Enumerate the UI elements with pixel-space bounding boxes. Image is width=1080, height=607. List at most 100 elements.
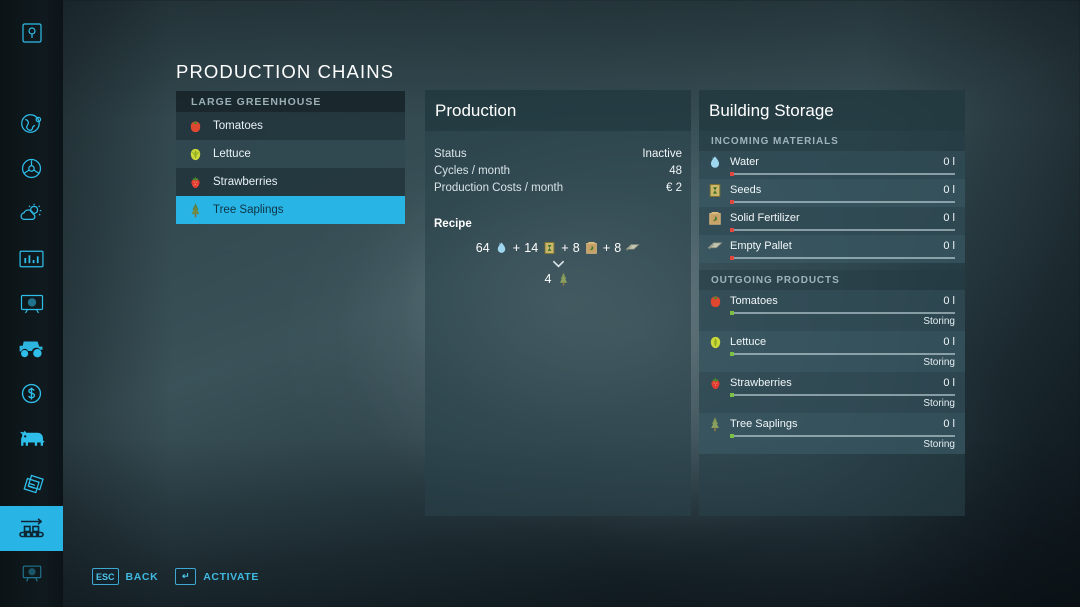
solid-fertilizer-icon — [584, 240, 599, 255]
recipe-input-qty: 14 — [524, 240, 539, 255]
storage-item-status: Storing — [923, 439, 955, 450]
chain-list-item-label: Lettuce — [213, 148, 251, 160]
sidebar-item-quick-menu[interactable] — [0, 10, 63, 55]
sidebar-item-contracts-screen[interactable] — [0, 281, 63, 326]
storage-fill-bar — [730, 392, 955, 397]
recipe-inputs: 64 + 14 + 8 + 8 — [434, 240, 682, 255]
storage-item-status: Storing — [923, 357, 955, 368]
stat-label: Production Costs / month — [434, 181, 564, 194]
incoming-materials-header: INCOMING MATERIALS — [699, 131, 965, 151]
sidebar-item-animals[interactable] — [0, 416, 63, 461]
storage-item-amount: 0 l — [943, 212, 955, 224]
storage-item-label: Water — [730, 156, 759, 168]
storage-row-empty-pallet[interactable]: Empty Pallet 0 l — [699, 235, 965, 263]
sidebar-item-finances[interactable] — [0, 371, 63, 416]
sidebar-item-vehicle-shop[interactable] — [0, 326, 63, 371]
seeds-bag-icon — [707, 182, 723, 198]
storage-row-solid-fertilizer[interactable]: Solid Fertilizer 0 l — [699, 207, 965, 235]
storage-row-seeds[interactable]: Seeds 0 l — [699, 179, 965, 207]
sidebar-rail — [0, 0, 63, 607]
storage-row-tomatoes[interactable]: Tomatoes 0 l Storing — [699, 290, 965, 331]
stat-value: 48 — [669, 164, 682, 177]
storage-item-amount: 0 l — [943, 156, 955, 168]
recipe-input-qty: 64 — [475, 240, 490, 255]
lettuce-icon — [707, 334, 723, 350]
fill-marker — [730, 392, 734, 397]
sidebar-item-exit-key[interactable] — [0, 596, 63, 607]
storage-item-status: Storing — [923, 316, 955, 327]
chain-list-item-lettuce[interactable]: Lettuce — [176, 140, 405, 168]
production-panel-title: Production — [425, 90, 691, 131]
storage-row-water[interactable]: Water 0 l — [699, 151, 965, 179]
empty-pallet-icon — [707, 238, 723, 254]
sidebar-item-weather[interactable] — [0, 191, 63, 236]
sidebar-item-contracts[interactable] — [0, 461, 63, 506]
storage-fill-bar — [730, 199, 955, 204]
stat-row-costs: Production Costs / month € 2 — [434, 179, 682, 196]
sidebar-item-statistics[interactable] — [0, 236, 63, 281]
recipe-plus: + — [602, 240, 611, 255]
water-drop-icon — [494, 240, 509, 255]
chain-list-item-label: Tree Saplings — [213, 204, 284, 216]
fill-marker — [730, 433, 734, 438]
sidebar-item-radio[interactable] — [0, 551, 63, 596]
chain-list-item-tree-saplings[interactable]: Tree Saplings — [176, 196, 405, 224]
stat-row-status: Status Inactive — [434, 145, 682, 162]
storage-item-amount: 0 l — [943, 295, 955, 307]
page-title: PRODUCTION CHAINS — [176, 61, 395, 82]
storage-row-strawberries[interactable]: Strawberries 0 l Storing — [699, 372, 965, 413]
storage-item-amount: 0 l — [943, 240, 955, 252]
storage-item-label: Lettuce — [730, 336, 767, 348]
solid-fertilizer-icon — [707, 210, 723, 226]
sidebar-item-map[interactable] — [0, 101, 63, 146]
sidebar-item-production-chains[interactable] — [0, 506, 63, 551]
fill-marker — [730, 351, 734, 356]
strawberry-icon — [187, 174, 204, 191]
building-storage-panel: Building Storage INCOMING MATERIALS Wate… — [699, 90, 965, 516]
storage-item-label: Solid Fertilizer — [730, 212, 800, 224]
fill-marker — [730, 310, 734, 315]
storage-fill-bar — [730, 433, 955, 438]
production-chain-list: LARGE GREENHOUSE Tomatoes Lettuce Strawb… — [176, 91, 405, 224]
fill-marker — [730, 255, 734, 260]
storage-fill-bar — [730, 171, 955, 176]
storage-fill-bar — [730, 227, 955, 232]
chain-list-item-tomatoes[interactable]: Tomatoes — [176, 112, 405, 140]
empty-pallet-icon — [625, 240, 640, 255]
recipe-plus: + — [561, 240, 569, 255]
tree-sapling-icon — [187, 202, 204, 219]
storage-item-label: Strawberries — [730, 377, 792, 389]
storage-fill-bar — [730, 351, 955, 356]
help-action-activate[interactable]: ↵ ACTIVATE — [175, 568, 259, 585]
tomato-icon — [707, 293, 723, 309]
storage-fill-bar — [730, 310, 955, 315]
chain-list-item-strawberries[interactable]: Strawberries — [176, 168, 405, 196]
recipe-plus: + — [512, 240, 521, 255]
help-label-back: BACK — [125, 570, 159, 583]
tree-sapling-icon — [556, 271, 571, 286]
storage-item-amount: 0 l — [943, 184, 955, 196]
stat-value: Inactive — [642, 147, 682, 160]
storage-item-label: Tomatoes — [730, 295, 778, 307]
stat-label: Cycles / month — [434, 164, 511, 177]
chain-list-item-label: Strawberries — [213, 176, 278, 188]
help-action-back[interactable]: ESC BACK — [92, 568, 158, 585]
outgoing-products-header: OUTGOING PRODUCTS — [699, 270, 965, 290]
storage-row-tree-saplings[interactable]: Tree Saplings 0 l Storing — [699, 413, 965, 454]
production-panel: Production Status Inactive Cycles / mont… — [425, 90, 691, 516]
seeds-bag-icon — [542, 240, 557, 255]
chain-list-item-label: Tomatoes — [213, 120, 263, 132]
recipe-label: Recipe — [434, 218, 472, 230]
stat-row-cycles: Cycles / month 48 — [434, 162, 682, 179]
tomato-icon — [187, 118, 204, 135]
stat-label: Status — [434, 147, 467, 160]
recipe-input-qty: 8 — [614, 240, 622, 255]
tree-sapling-icon — [707, 416, 723, 432]
help-label-activate: ACTIVATE — [203, 570, 259, 583]
sidebar-item-vehicles[interactable] — [0, 146, 63, 191]
chevron-down-icon — [434, 259, 682, 269]
storage-fill-bar — [730, 255, 955, 260]
key-enter: ↵ — [175, 568, 197, 585]
fill-marker — [730, 199, 734, 204]
storage-row-lettuce[interactable]: Lettuce 0 l Storing — [699, 331, 965, 372]
